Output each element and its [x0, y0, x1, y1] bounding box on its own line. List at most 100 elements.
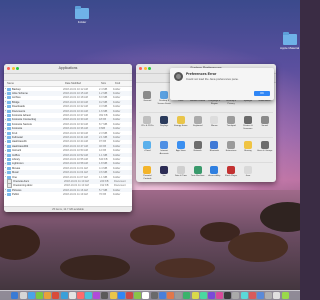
alert-title: Preferences Error — [186, 72, 217, 76]
pref-pane[interactable]: Date & Time — [173, 165, 190, 182]
dock-app-icon[interactable] — [248, 292, 256, 299]
pref-pane[interactable]: Keyboard — [189, 115, 206, 137]
pref-pane[interactable]: Network — [189, 140, 206, 162]
file-row[interactable]: ▸ Public 2018-10-01 11:19 AM 76 KB Folder — [4, 192, 132, 197]
pref-pane[interactable]: Printers & Scanners — [240, 115, 257, 137]
dock-app-icon[interactable] — [265, 292, 273, 299]
dock-app-icon[interactable] — [232, 292, 240, 299]
pref-pane-label: Dock — [178, 100, 184, 102]
pref-pane[interactable]: App Store — [173, 140, 190, 162]
file-size: 452 KB — [99, 114, 108, 118]
dock-app-icon[interactable] — [166, 292, 174, 299]
pref-pane-icon — [210, 116, 219, 124]
pref-pane[interactable]: Parental Controls — [139, 165, 156, 182]
pref-pane[interactable]: Flash Player — [223, 165, 240, 182]
pref-pane[interactable]: iCloud — [139, 140, 156, 162]
ok-button[interactable]: OK — [254, 91, 270, 96]
pref-pane[interactable]: Sharing — [240, 140, 257, 162]
finder-window[interactable]: Applications Name Date Modified Size Kin… — [4, 64, 132, 212]
dock-app-icon[interactable] — [117, 292, 125, 299]
pref-pane[interactable]: Mouse — [206, 115, 223, 137]
column-header-date[interactable]: Date Modified — [65, 82, 101, 85]
file-date: 2018-10-01 11:13 AM — [64, 184, 89, 188]
file-date: 2018-10-01 10:24 AM — [63, 109, 88, 113]
desktop-folder[interactable]: Apple Material — [280, 32, 300, 50]
dock-app-icon[interactable] — [150, 292, 158, 299]
dock-app-icon[interactable] — [240, 292, 248, 299]
dock-app-icon[interactable] — [175, 292, 183, 299]
finder-titlebar[interactable]: Applications — [4, 64, 132, 74]
dock-app-icon[interactable] — [68, 292, 76, 299]
pref-pane[interactable]: CDs & DVDs — [139, 115, 156, 137]
dock-app-icon[interactable] — [224, 292, 232, 299]
file-kind: Folder — [113, 87, 121, 91]
desktop-folder-label: Apple Material — [280, 46, 300, 50]
pref-pane[interactable]: Bluetooth — [206, 140, 223, 162]
pref-pane[interactable]: Displays — [156, 115, 173, 137]
pref-pane[interactable]: Energy Saver — [173, 115, 190, 137]
file-size: 9.2 MB — [99, 100, 108, 104]
pref-pane[interactable]: Sound — [256, 115, 273, 137]
folder-icon — [7, 157, 11, 161]
dock-app-icon[interactable] — [19, 292, 27, 299]
file-size: 1.1 MB — [99, 153, 108, 157]
pref-pane-icon — [193, 166, 202, 174]
pref-pane[interactable]: Accessibility — [206, 165, 223, 182]
folder-icon — [7, 114, 11, 118]
pref-pane[interactable]: Time Machine — [189, 165, 206, 182]
pref-pane-label: CDs & DVDs — [141, 125, 154, 127]
dock-app-icon[interactable] — [273, 292, 281, 299]
dock-app-icon[interactable] — [216, 292, 224, 299]
column-header-name[interactable]: Name — [4, 82, 65, 85]
pref-pane-icon — [160, 116, 169, 124]
column-header-size[interactable]: Size — [101, 82, 115, 85]
dock-app-icon[interactable] — [158, 292, 166, 299]
pref-pane-label: Desktop & Screen Saver — [157, 100, 171, 105]
pref-pane[interactable]: Users & Groups — [256, 140, 273, 162]
dock-app-icon[interactable] — [101, 292, 109, 299]
file-kind: Folder — [113, 188, 121, 192]
pref-pane[interactable]: Java — [240, 165, 257, 182]
dock-app-icon[interactable] — [134, 292, 142, 299]
error-alert-dialog[interactable]: Preferences Error Could not load the Jav… — [170, 68, 274, 100]
file-date: 2018-10-01 10:47 AM — [63, 144, 88, 148]
file-kind: Folder — [113, 162, 121, 166]
column-header-kind[interactable]: Kind — [115, 82, 131, 85]
pref-pane-icon — [210, 166, 219, 174]
dock-app-icon[interactable] — [85, 292, 93, 299]
pref-pane[interactable]: Internet Accounts — [156, 140, 173, 162]
wallpaper-rock — [228, 232, 288, 262]
dock-app-icon[interactable] — [191, 292, 199, 299]
dock-app-icon[interactable] — [142, 292, 150, 299]
pref-pane-icon — [227, 141, 236, 149]
dock-app-icon[interactable] — [11, 292, 19, 299]
pref-pane-label: Sound — [261, 125, 268, 127]
dock-app-icon[interactable] — [52, 292, 60, 299]
dock-app-icon[interactable] — [199, 292, 207, 299]
dock-app-icon[interactable] — [35, 292, 43, 299]
dock-app-icon[interactable] — [257, 292, 265, 299]
file-date: 2018-10-01 10:58 AM — [63, 162, 88, 166]
pref-pane[interactable]: Trackpad — [223, 115, 240, 137]
file-size: 76 KB — [99, 193, 107, 197]
dock-app-icon[interactable] — [93, 292, 101, 299]
desktop-folder[interactable]: Folder — [75, 6, 89, 24]
file-kind: Folder — [113, 105, 121, 109]
dock-app-icon[interactable] — [76, 292, 84, 299]
pref-pane-icon — [193, 141, 202, 149]
dock-app-icon[interactable] — [44, 292, 52, 299]
dock-app-icon[interactable] — [60, 292, 68, 299]
pref-pane[interactable]: Extensions — [223, 140, 240, 162]
pref-pane[interactable]: Siri — [156, 165, 173, 182]
dock-app-icon[interactable] — [281, 292, 289, 299]
dock-app-icon[interactable] — [126, 292, 134, 299]
dock-app-icon[interactable] — [27, 292, 35, 299]
file-name: Onenote.docx — [13, 179, 30, 183]
dock-app-icon[interactable] — [109, 292, 117, 299]
dock-app-icon[interactable] — [207, 292, 215, 299]
pref-pane[interactable]: General — [139, 90, 156, 112]
file-kind: Folder — [113, 144, 121, 148]
file-date: 2018-10-01 11:19 AM — [63, 193, 88, 197]
dock-app-icon[interactable] — [183, 292, 191, 299]
pane-row: CDs & DVDs Displays Energy Saver Keyboard Mo… — [139, 115, 273, 138]
